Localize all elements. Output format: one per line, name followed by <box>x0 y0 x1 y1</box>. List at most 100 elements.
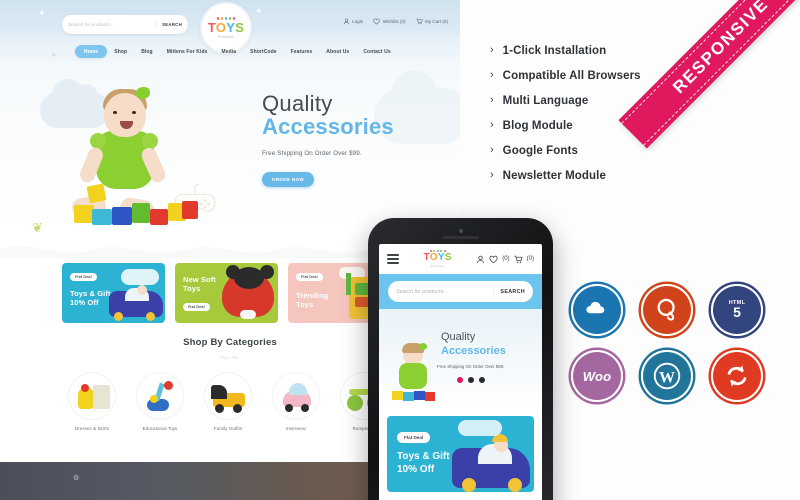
logo-letter-s: S <box>235 19 245 35</box>
promo-line1: Trending <box>296 291 329 300</box>
wishlist-link[interactable]: Wishlist (0) <box>373 18 406 25</box>
nav-item-shop[interactable]: Shop <box>107 49 134 55</box>
account-links: Login Wishlist (0) My Cart (0) <box>343 18 448 25</box>
mobile-search-button[interactable]: SEARCH <box>493 288 525 295</box>
search-button[interactable]: SEARCH <box>155 22 182 27</box>
responsive-ribbon: RESPONSIVE <box>618 0 800 149</box>
logo-letter-o: O <box>429 252 438 263</box>
wishlist-label: Wishlist (0) <box>382 19 406 24</box>
user-icon[interactable] <box>476 255 485 264</box>
ribbon-container: RESPONSIVE <box>600 0 800 200</box>
nav-item-contact-us[interactable]: Contact Us <box>356 49 397 55</box>
mobile-search-bar[interactable]: Search for products... SEARCH <box>388 281 533 302</box>
phone-speaker <box>442 236 479 239</box>
promo-badge: Flat Deal <box>70 273 97 281</box>
category-label: Dresses & Skirts <box>74 426 110 431</box>
logo-letter-o: O <box>215 19 227 35</box>
category-thumbnail <box>136 372 184 420</box>
chevron-right-icon: › <box>490 119 494 131</box>
heart-icon[interactable] <box>489 255 498 264</box>
category-label: Educational Toys <box>142 426 178 431</box>
category-item[interactable]: Innerwear <box>266 372 326 431</box>
baby-hero-image <box>58 85 198 235</box>
badge-inner: W <box>643 352 691 400</box>
badge-ring <box>571 284 623 336</box>
logo-wordmark: TOYS <box>208 21 244 34</box>
hero-banner: ❦ ❦ <box>0 70 460 235</box>
search-input[interactable]: Search for products... <box>68 22 156 27</box>
gear-icon: ⚙ <box>73 475 80 482</box>
category-label: Family Outfits <box>213 426 243 431</box>
feature-label: Newsletter Module <box>502 169 606 182</box>
promo-badge: Flat Deal <box>397 432 431 443</box>
main-navigation: Home Shop Blog Mittens For Kids Media Sh… <box>0 45 460 58</box>
wordpress-badge: W <box>635 344 699 408</box>
mobile-search-input[interactable]: Search for products... <box>396 289 448 295</box>
logo-subtext: Prestas <box>431 264 445 268</box>
promo-text: Toys & Gift 10% Off <box>397 450 450 476</box>
promo-card[interactable]: Flat Deal Toys & Gift 10% Off <box>62 263 165 323</box>
chevron-right-icon: › <box>490 94 494 106</box>
login-link[interactable]: Login <box>343 18 363 25</box>
badge-ring: Woo <box>571 350 623 402</box>
cart-icon[interactable] <box>514 255 523 264</box>
updates-icon <box>727 365 747 387</box>
hamburger-icon[interactable] <box>387 252 399 266</box>
badge-inner <box>643 286 691 334</box>
butterfly-icon: ❦ <box>32 220 43 235</box>
order-now-button[interactable]: ORDER NOW <box>262 172 314 188</box>
cart-link[interactable]: My Cart (0) <box>415 18 448 25</box>
category-item[interactable]: Educational Toys <box>130 372 190 431</box>
mobile-hero-title2: Accessories <box>441 345 506 357</box>
badge-inner: HTML 5 <box>713 286 761 334</box>
promo-line1: Toys & Gift <box>70 289 111 298</box>
logo-letter-y: Y <box>437 252 445 263</box>
bootstrap-icon <box>586 301 605 314</box>
logo-wordmark: TOYS <box>424 253 452 263</box>
mobile-hero-subtitle: Free Shipping On Order Over $99. <box>437 364 505 369</box>
mobile-hero: Quality Accessories Free Shipping On Ord… <box>379 309 542 407</box>
nav-item-media[interactable]: Media <box>215 49 244 55</box>
chevron-right-icon: › <box>490 144 494 156</box>
category-item[interactable]: Family Outfits <box>198 372 258 431</box>
search-bar[interactable]: Search for products... SEARCH <box>62 15 188 34</box>
carousel-dot-active[interactable] <box>457 377 463 383</box>
technology-badges: HTML 5 Woo W <box>565 278 775 408</box>
feature-label: Multi Language <box>502 94 589 107</box>
carousel-dot[interactable] <box>479 377 485 383</box>
promo-badge: Flat Deal <box>296 273 323 281</box>
cart-label: My Cart (0) <box>425 19 448 24</box>
category-item[interactable]: Dresses & Skirts <box>62 372 122 431</box>
mobile-logo[interactable]: TOYS Prestas <box>424 250 452 268</box>
chevron-right-icon: › <box>490 69 494 81</box>
nav-item-features[interactable]: Features <box>284 49 320 55</box>
nav-item-home[interactable]: Home <box>75 45 108 58</box>
promo-card[interactable]: New Soft Toys Flat Deal <box>175 263 278 323</box>
promo-text: Trending Toys <box>296 291 328 310</box>
category-thumbnail <box>68 372 116 420</box>
badge-ring <box>711 350 763 402</box>
nav-item-about-us[interactable]: About Us <box>319 49 356 55</box>
nav-item-mittens-for-kids[interactable]: Mittens For Kids <box>160 49 215 55</box>
logo-letter-s: S <box>444 252 452 263</box>
mobile-baby-image <box>387 343 439 401</box>
html5-icon: HTML 5 <box>729 300 745 319</box>
carousel-dot[interactable] <box>468 377 474 383</box>
feature-label: Blog Module <box>502 119 573 132</box>
wordpress-icon: W <box>653 362 681 390</box>
nav-item-shortcode[interactable]: ShortCode <box>243 49 283 55</box>
promo-line2: Toys <box>183 284 201 294</box>
mobile-search-section: Search for products... SEARCH <box>379 274 542 309</box>
badge-ring: HTML 5 <box>711 284 763 336</box>
feature-label: 1-Click Installation <box>502 44 607 57</box>
carousel-dots[interactable] <box>457 377 485 383</box>
mobile-promo-card[interactable]: Flat Deal Toys & Gift 10% Off <box>387 416 534 492</box>
badge-inner: Woo <box>573 352 621 400</box>
html5-badge: HTML 5 <box>705 278 769 342</box>
badge-ring: W <box>641 350 693 402</box>
logo-letter-t: T <box>207 19 216 35</box>
nav-item-blog[interactable]: Blog <box>134 49 160 55</box>
hair-bow <box>136 87 150 99</box>
mobile-header: TOYS Prestas (0) (0) <box>379 244 542 274</box>
badge-inner <box>713 352 761 400</box>
